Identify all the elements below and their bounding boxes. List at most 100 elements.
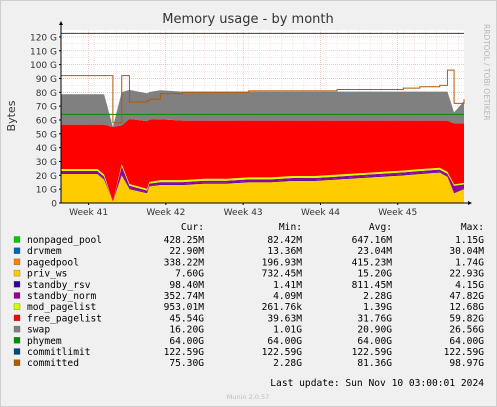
legend-name: swap <box>27 325 50 336</box>
header-min: Min: <box>279 222 302 233</box>
y-tick-label: 10 G <box>36 186 57 196</box>
legend-swatch <box>13 325 21 333</box>
legend-max-value: 30.04M <box>449 246 484 257</box>
legend-avg-value: 2.28G <box>363 291 392 302</box>
legend-cur-value: 352.74M <box>164 291 205 302</box>
legend-row-phymem: phymem 64.00G 64.00G 64.00G 64.00G <box>13 336 484 347</box>
legend-name: priv_ws <box>27 269 67 280</box>
legend-cur-value: 45.54G <box>169 313 204 324</box>
legend-cur-value: 953.01M <box>164 302 205 313</box>
legend-avg-value: 1.39G <box>363 302 392 313</box>
legend-min-value: 261.76k <box>262 302 303 313</box>
legend-name: free_pagelist <box>27 313 102 324</box>
y-tick-label: 0 <box>51 200 57 210</box>
legend-name: committed <box>27 358 79 369</box>
legend-cur-value: 64.00G <box>169 336 204 347</box>
chart-title: Memory usage - by month <box>162 12 333 27</box>
legend-cur-value: 122.59G <box>164 347 205 358</box>
x-tick-label: Week 41 <box>69 208 108 218</box>
legend-swatch <box>13 337 21 344</box>
legend-min-value: 732.45M <box>262 269 303 280</box>
legend-name: nonpaged_pool <box>27 235 102 246</box>
y-tick-label: 20 G <box>36 172 57 182</box>
legend-max-value: 1.15G <box>455 235 484 246</box>
last-update: Last update: Sun Nov 10 03:00:01 2024 <box>270 378 484 389</box>
header-cur: Cur: <box>181 222 204 233</box>
legend-name: standby_rsv <box>27 280 91 291</box>
y-tick-labels: 0 10 G 20 G 30 G 40 G 50 G 60 G 70 G 80 G 90 G 100… <box>30 33 61 210</box>
legend-table: nonpaged_pool 428.25M 82.42M 647.16M 1.15Gdr… <box>13 235 484 369</box>
legend-cur-value: 98.40M <box>169 280 204 291</box>
legend-min-value: 64.00G <box>267 336 302 347</box>
x-tick-label: Week 44 <box>301 208 340 218</box>
legend-avg-value: 122.59G <box>352 347 393 358</box>
legend-cur-value: 7.60G <box>175 269 204 280</box>
legend-avg-value: 415.23M <box>352 257 393 268</box>
legend-swatch <box>13 258 21 266</box>
legend-row-standby_rsv: standby_rsv 98.40M 1.41M 811.45M 4.15G <box>13 280 484 291</box>
legend-avg-value: 64.00G <box>357 336 392 347</box>
legend-name: standby_norm <box>27 291 97 302</box>
legend-max-value: 26.56G <box>449 325 484 336</box>
legend-min-value: 4.09M <box>273 291 302 302</box>
legend-max-value: 4.15G <box>455 280 484 291</box>
legend-max-value: 12.68G <box>449 302 484 313</box>
y-axis-arrow <box>59 21 63 25</box>
legend-cur-value: 75.30G <box>169 358 204 369</box>
legend-cur-value: 428.25M <box>164 235 205 246</box>
legend-swatch <box>13 281 21 288</box>
legend-row-drvmem: drvmem 22.90M 13.36M 23.04M 30.04M <box>13 246 484 257</box>
legend-swatch <box>13 247 21 254</box>
y-tick-label: 110 G <box>30 47 57 57</box>
legend-min-value: 1.01G <box>273 325 302 336</box>
x-tick-label: Week 45 <box>378 208 417 218</box>
y-tick-label: 30 G <box>36 158 57 168</box>
legend-row-commitlimit: commitlimit 122.59G 122.59G 122.59G 122.59G <box>13 347 484 358</box>
legend-name: phymem <box>27 336 62 347</box>
legend-min-value: 196.93M <box>262 257 303 268</box>
legend-row-mod_pagelist: mod_pagelist 953.01M 261.76k 1.39G 12.68G <box>13 302 484 313</box>
legend-row-swap: swap 16.20G 1.01G 20.90G 26.56G <box>13 325 484 336</box>
legend-max-value: 47.82G <box>449 291 484 302</box>
legend-swatch <box>13 348 21 355</box>
legend-min-value: 39.63M <box>267 313 302 324</box>
legend-max-value: 64.00G <box>449 336 484 347</box>
y-tick-label: 90 G <box>36 75 57 85</box>
legend-avg-value: 31.76G <box>357 313 392 324</box>
legend-min-value: 13.36M <box>267 246 302 257</box>
legend-table-headers: Cur: Min: Avg: Max: <box>181 222 484 233</box>
x-tick-labels: Week 41 Week 42 Week 43 Week 44 Week 45 <box>69 203 417 218</box>
legend-name: mod_pagelist <box>27 302 96 313</box>
legend-cur-value: 22.90M <box>169 246 204 257</box>
y-axis-label: Bytes <box>5 100 18 131</box>
legend-cur-value: 338.22M <box>164 257 205 268</box>
legend-max-value: 59.82G <box>449 313 484 324</box>
legend-row-priv_ws: priv_ws 7.60G 732.45M 15.20G 22.93G <box>13 269 484 280</box>
legend-row-free_pagelist: free_pagelist 45.54G 39.63M 31.76G 59.82G <box>13 313 484 324</box>
x-tick-label: Week 43 <box>224 208 263 218</box>
y-tick-label: 100 G <box>30 61 57 71</box>
legend-swatch <box>13 269 21 277</box>
header-max: Max: <box>461 222 484 233</box>
legend-avg-value: 23.04M <box>357 246 392 257</box>
legend-swatch <box>13 236 21 243</box>
legend-avg-value: 15.20G <box>357 269 392 280</box>
legend-avg-value: 81.36G <box>357 358 392 369</box>
legend-row-pagedpool: pagedpool 338.22M 196.93M 415.23M 1.74G <box>13 257 484 268</box>
legend-row-nonpaged_pool: nonpaged_pool 428.25M 82.42M 647.16M 1.15G <box>13 235 484 246</box>
legend-avg-value: 811.45M <box>352 280 393 291</box>
legend-max-value: 98.97G <box>449 358 484 369</box>
munin-version: Munin 2.0.57 <box>227 393 270 401</box>
x-tick-label: Week 42 <box>146 208 185 218</box>
legend-name: pagedpool <box>27 257 79 268</box>
legend-min-value: 1.41M <box>273 280 302 291</box>
legend-swatch <box>13 359 21 366</box>
y-tick-label: 70 G <box>36 103 57 113</box>
legend-max-value: 1.74G <box>455 257 484 268</box>
legend-min-value: 2.28G <box>273 358 302 369</box>
legend-min-value: 122.59G <box>262 347 303 358</box>
header-avg: Avg: <box>369 222 392 233</box>
legend-row-standby_norm: standby_norm 352.74M 4.09M 2.28G 47.82G <box>13 291 484 302</box>
memory-usage-chart: Memory usage - by month Bytes RRDTOOL / … <box>5 12 491 401</box>
legend-row-committed: committed 75.30G 2.28G 81.36G 98.97G <box>13 358 484 369</box>
